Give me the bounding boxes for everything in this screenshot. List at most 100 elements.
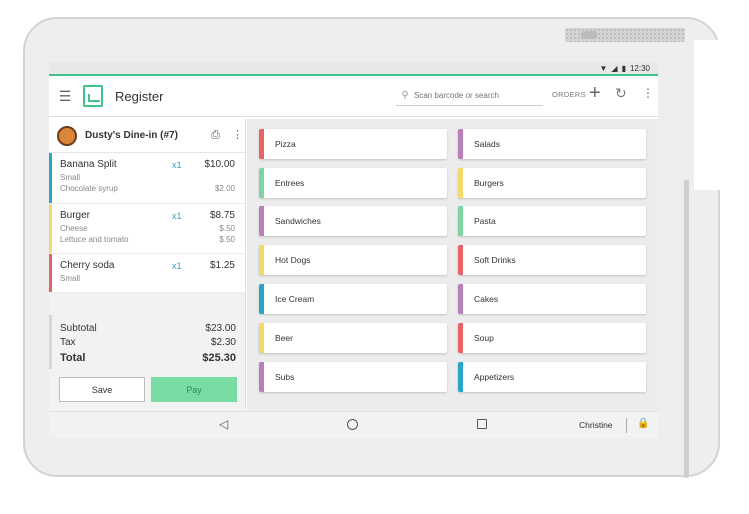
category-color-bar bbox=[458, 284, 463, 314]
item-modifier: Chocolate syrup bbox=[60, 184, 118, 193]
category-color-bar bbox=[458, 206, 463, 236]
item-modifier: Small bbox=[60, 274, 81, 283]
category-color-bar bbox=[259, 206, 264, 236]
battery-icon: ▮ bbox=[621, 63, 626, 73]
category-label: Cakes bbox=[474, 294, 499, 304]
search-input[interactable] bbox=[414, 91, 534, 100]
ticket-line-item[interactable]: Banana Split x1 $10.00 Small Chocolate s… bbox=[49, 153, 245, 204]
item-name: Cherry soda bbox=[60, 260, 115, 271]
category-tile-pasta[interactable]: Pasta bbox=[458, 206, 646, 236]
category-tile-beer[interactable]: Beer bbox=[259, 323, 447, 353]
item-qty: x1 bbox=[172, 211, 182, 221]
ticket-more-icon[interactable]: ⋮ bbox=[232, 128, 243, 141]
category-label: Burgers bbox=[474, 178, 504, 188]
category-tile-burgers[interactable]: Burgers bbox=[458, 168, 646, 198]
category-label: Entrees bbox=[275, 178, 305, 188]
category-color-bar bbox=[458, 323, 463, 353]
wifi-icon: ▼ bbox=[599, 63, 608, 73]
ticket-line-item[interactable]: Cherry soda x1 $1.25 Small bbox=[49, 254, 245, 293]
print-icon[interactable]: ⎙ bbox=[211, 129, 220, 142]
category-color-bar bbox=[259, 245, 264, 275]
home-icon[interactable] bbox=[347, 419, 358, 430]
subtotal-label: Subtotal bbox=[60, 323, 97, 334]
item-qty: x1 bbox=[172, 261, 182, 271]
totals-bar bbox=[49, 315, 52, 369]
item-modifier: Small bbox=[60, 173, 81, 182]
back-icon[interactable]: ◁ bbox=[219, 417, 228, 431]
category-tile-soft-drinks[interactable]: Soft Drinks bbox=[458, 245, 646, 275]
category-label: Salads bbox=[474, 139, 500, 149]
search-icon: ⚲ bbox=[401, 90, 409, 101]
status-bar: ▼ ◢ ▮ 12:30 bbox=[49, 62, 658, 76]
category-color-bar bbox=[259, 168, 264, 198]
category-tile-pizza[interactable]: Pizza bbox=[259, 129, 447, 159]
save-button[interactable]: Save bbox=[59, 377, 145, 402]
category-tile-cakes[interactable]: Cakes bbox=[458, 284, 646, 314]
category-tile-ice-cream[interactable]: Ice Cream bbox=[259, 284, 447, 314]
category-tile-entrees[interactable]: Entrees bbox=[259, 168, 447, 198]
tax-label: Tax bbox=[60, 337, 76, 348]
category-label: Subs bbox=[275, 372, 295, 382]
subtotal-row: Subtotal $23.00 bbox=[60, 323, 236, 334]
category-label: Hot Dogs bbox=[275, 255, 311, 265]
register-logo-icon bbox=[83, 85, 103, 107]
more-vert-icon[interactable]: ⋮ bbox=[642, 86, 654, 100]
category-color-bar bbox=[458, 129, 463, 159]
item-price: $1.25 bbox=[209, 260, 235, 271]
category-tile-appetizers[interactable]: Appetizers bbox=[458, 362, 646, 392]
category-tile-sandwiches[interactable]: Sandwiches bbox=[259, 206, 447, 236]
current-user[interactable]: Christine bbox=[579, 420, 613, 430]
item-price: $8.75 bbox=[209, 210, 235, 221]
category-color-bar bbox=[259, 362, 264, 392]
app-title: Register bbox=[115, 88, 164, 104]
subtotal-value: $23.00 bbox=[205, 323, 236, 334]
category-label: Soup bbox=[474, 333, 494, 343]
item-modifier-price: $.50 bbox=[219, 224, 235, 233]
category-label: Beer bbox=[275, 333, 293, 343]
nav-divider bbox=[626, 418, 627, 433]
customer-avatar[interactable] bbox=[57, 125, 77, 146]
tablet-camera bbox=[581, 31, 597, 39]
ticket-totals: Subtotal $23.00 Tax $2.30 Total $25.30 bbox=[49, 315, 246, 369]
item-color-bar bbox=[49, 254, 52, 292]
ticket-line-item[interactable]: Burger x1 $8.75 Cheese $.50 Lettuce and … bbox=[49, 204, 245, 254]
category-color-bar bbox=[458, 245, 463, 275]
tablet-side-edge bbox=[684, 180, 689, 478]
category-tile-hot-dogs[interactable]: Hot Dogs bbox=[259, 245, 447, 275]
item-price: $10.00 bbox=[204, 159, 235, 170]
category-color-bar bbox=[458, 362, 463, 392]
lock-icon[interactable]: 🔒 bbox=[637, 418, 649, 429]
item-qty: x1 bbox=[172, 160, 182, 170]
category-label: Sandwiches bbox=[275, 216, 321, 226]
item-name: Burger bbox=[60, 210, 91, 221]
ticket-title: Dusty's Dine-in (#7) bbox=[85, 130, 178, 141]
tablet-screen: ▼ ◢ ▮ 12:30 ☰ Register ⚲ ORDERS + ↻ ⋮ Du… bbox=[49, 62, 658, 438]
menu-icon[interactable]: ☰ bbox=[51, 88, 79, 105]
category-tile-soup[interactable]: Soup bbox=[458, 323, 646, 353]
ticket-panel: Dusty's Dine-in (#7) ⎙ ⋮ Banana Split x1… bbox=[49, 119, 246, 411]
category-color-bar bbox=[259, 284, 264, 314]
orders-button[interactable]: ORDERS bbox=[552, 90, 586, 99]
item-name: Banana Split bbox=[60, 159, 117, 170]
category-color-bar bbox=[458, 168, 463, 198]
recents-icon[interactable] bbox=[477, 419, 487, 429]
ticket-header: Dusty's Dine-in (#7) ⎙ ⋮ bbox=[49, 119, 245, 153]
category-color-bar bbox=[259, 129, 264, 159]
category-label: Pasta bbox=[474, 216, 496, 226]
status-time: 12:30 bbox=[629, 63, 650, 73]
category-label: Ice Cream bbox=[275, 294, 315, 304]
signal-icon: ◢ bbox=[611, 63, 618, 73]
category-grid: Pizza Salads Entrees Burgers Sandwiches … bbox=[247, 119, 658, 411]
total-label: Total bbox=[60, 352, 86, 364]
category-label: Soft Drinks bbox=[474, 255, 516, 265]
tax-value: $2.30 bbox=[210, 337, 236, 348]
category-tile-salads[interactable]: Salads bbox=[458, 129, 646, 159]
pay-button[interactable]: Pay bbox=[151, 377, 237, 402]
refresh-icon[interactable]: ↻ bbox=[615, 85, 627, 102]
plus-icon[interactable]: + bbox=[589, 82, 601, 105]
item-modifier: Cheese bbox=[60, 224, 88, 233]
category-tile-subs[interactable]: Subs bbox=[259, 362, 447, 392]
category-color-bar bbox=[259, 323, 264, 353]
app-bar: ☰ Register ⚲ ORDERS + ↻ ⋮ bbox=[49, 76, 658, 117]
category-label: Appetizers bbox=[474, 372, 515, 382]
